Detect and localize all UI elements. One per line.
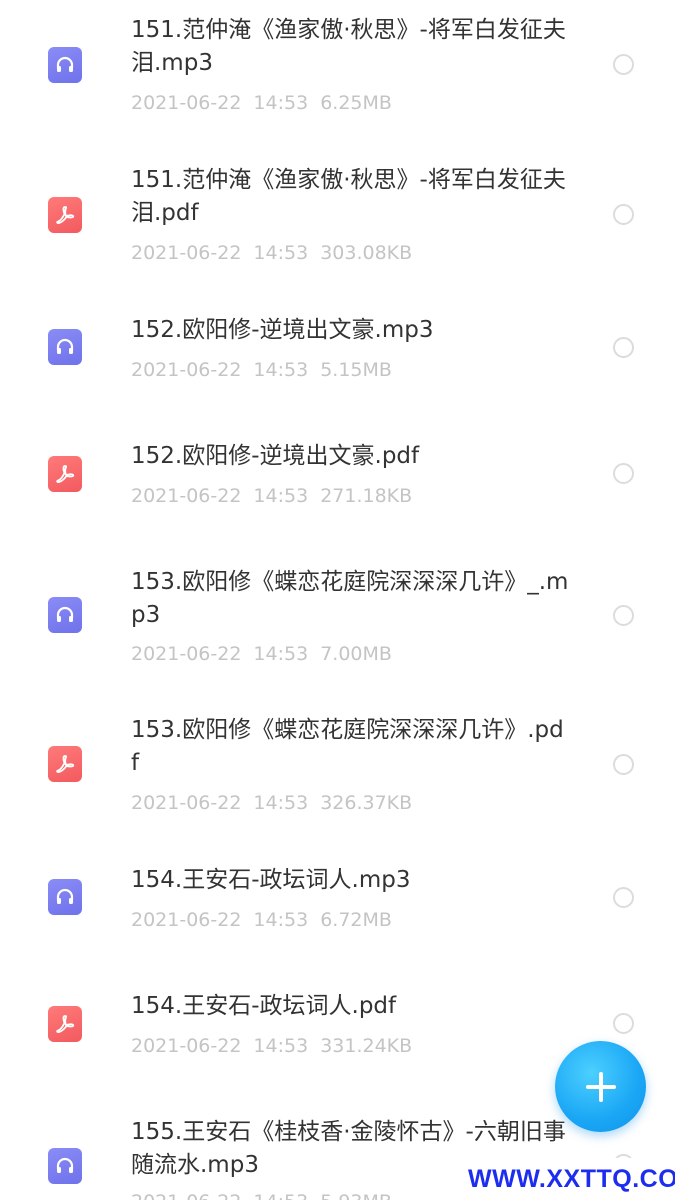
headphones-icon (48, 329, 82, 365)
select-radio[interactable] (613, 605, 634, 626)
file-meta: 2021-06-22 14:53 7.00MB (131, 642, 404, 666)
file-size: 5.15MB (320, 359, 392, 381)
file-size: 6.72MB (320, 909, 392, 931)
select-radio[interactable] (613, 337, 634, 358)
file-meta: 2021-06-22 14:53 331.24KB (131, 1034, 424, 1058)
file-meta: 2021-06-22 14:53 5.15MB (131, 358, 404, 382)
file-meta: 2021-06-22 14:53 271.18KB (131, 484, 424, 508)
file-name: 151.范仲淹《渔家傲·秋思》-将军白发征夫泪.mp3 (131, 17, 566, 76)
file-date: 2021-06-22 (131, 1190, 241, 1200)
select-radio[interactable] (613, 204, 634, 225)
file-time: 14:53 (253, 909, 309, 931)
file-date: 2021-06-22 (131, 485, 242, 507)
file-time: 14:53 (253, 359, 309, 381)
plus-icon (585, 1071, 616, 1102)
file-time: 14:53 (253, 1035, 309, 1057)
file-time: 14:53 (253, 242, 309, 264)
file-size: 7.00MB (320, 643, 392, 665)
file-size: 6.25MB (320, 92, 392, 114)
select-radio[interactable] (613, 54, 634, 75)
file-date: 2021-06-22 (131, 643, 242, 665)
file-meta: 2021-06-22 14:53 6.72MB (131, 908, 404, 932)
file-size: 326.37KB (320, 792, 413, 814)
file-meta: 2021-06-22 14:53 5.93MB (131, 1190, 404, 1200)
select-radio[interactable] (613, 887, 634, 908)
file-date: 2021-06-22 (131, 92, 242, 114)
file-name: 154.王安石-政坛词人.mp3 (131, 867, 411, 893)
file-name: 152.欧阳修-逆境出文豪.mp3 (131, 317, 434, 343)
file-time: 14:53 (253, 485, 309, 507)
pdf-icon (48, 1006, 82, 1042)
headphones-icon (48, 597, 82, 633)
file-size: 271.18KB (320, 485, 413, 507)
file-date: 2021-06-22 (131, 792, 242, 814)
file-name: 152.欧阳修-逆境出文豪.pdf (131, 443, 420, 469)
file-date: 2021-06-22 (131, 359, 242, 381)
watermark: WWW.XXTTQ.COM (468, 1158, 675, 1200)
file-time: 14:53 (253, 792, 309, 814)
select-radio[interactable] (613, 463, 634, 484)
file-meta: 2021-06-22 14:53 6.25MB (131, 91, 404, 115)
headphones-icon (48, 47, 82, 83)
file-name: 154.王安石-政坛词人.pdf (131, 993, 397, 1019)
select-radio[interactable] (613, 754, 634, 775)
pdf-icon (48, 456, 82, 492)
file-meta: 2021-06-22 14:53 303.08KB (131, 241, 424, 265)
file-time: 14:53 (253, 643, 309, 665)
file-date: 2021-06-22 (131, 1035, 242, 1057)
file-size: 331.24KB (320, 1035, 413, 1057)
file-meta: 2021-06-22 14:53 326.37KB (131, 791, 424, 815)
file-time: 14:53 (253, 1190, 308, 1200)
file-time: 14:53 (253, 92, 309, 114)
file-size: 303.08KB (320, 242, 413, 264)
pdf-icon (48, 746, 82, 782)
add-button[interactable] (555, 1041, 646, 1132)
file-name: 153.欧阳修《蝶恋花庭院深深深几许》_.mp3 (131, 569, 569, 628)
file-date: 2021-06-22 (131, 909, 242, 931)
file-list: 151.范仲淹《渔家傲·秋思》-将军白发征夫泪.mp3 2021-06-22 14… (0, 0, 675, 1200)
file-name: 153.欧阳修《蝶恋花庭院深深深几许》.pdf (131, 717, 564, 776)
file-size: 5.93MB (320, 1190, 392, 1200)
pdf-icon (48, 197, 82, 233)
headphones-icon (48, 1148, 82, 1184)
file-name: 151.范仲淹《渔家傲·秋思》-将军白发征夫泪.pdf (131, 167, 566, 226)
headphones-icon (48, 879, 82, 915)
file-date: 2021-06-22 (131, 242, 242, 264)
select-radio[interactable] (613, 1013, 634, 1034)
